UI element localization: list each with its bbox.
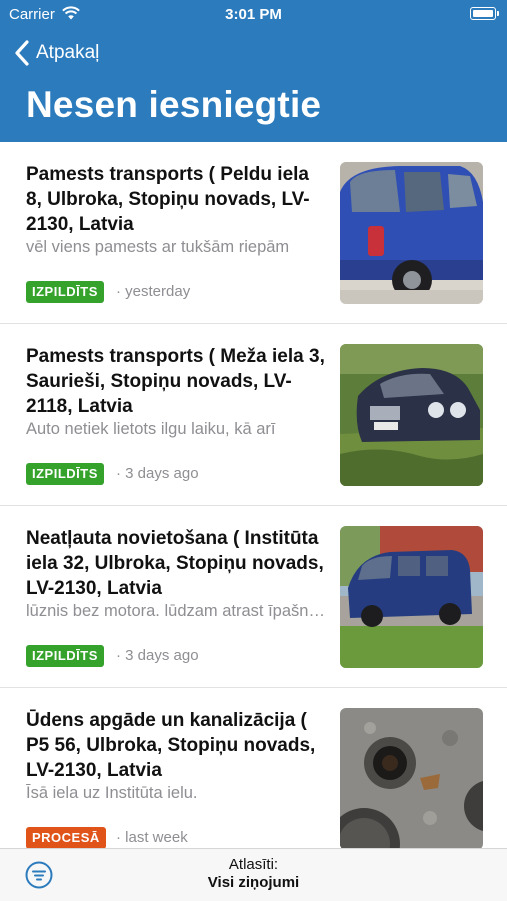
list-item[interactable]: Ūdens apgāde un kanalizācija ( P5 56, Ul… (0, 688, 507, 848)
report-time: · last week (116, 829, 188, 846)
report-time: · 3 days ago (116, 647, 199, 664)
clock: 3:01 PM (225, 6, 282, 23)
report-title: Neatļauta novietošana ( Institūta iela 3… (26, 528, 324, 599)
report-time: · 3 days ago (116, 465, 199, 482)
report-time: · yesterday (116, 283, 191, 300)
status-bar: Carrier 3:01 PM (0, 0, 507, 30)
list-item[interactable]: Pamests transports ( Meža iela 3, Saurie… (0, 324, 507, 506)
report-thumbnail[interactable] (340, 162, 483, 304)
nav-header: Carrier 3:01 PM Atpakaļ Nesen iesniegtie (0, 0, 507, 142)
back-label: Atpakaļ (36, 42, 100, 63)
list-item[interactable]: Neatļauta novietošana ( Institūta iela 3… (0, 506, 507, 688)
blue-van-photo-icon (340, 526, 483, 668)
battery-icon (470, 7, 499, 20)
dark-sedan-photo-icon (340, 344, 483, 486)
status-badge: IZPILDĪTS (26, 463, 104, 485)
filter-selection: Atlasīti: Visi ziņojumi (0, 856, 507, 892)
report-title: Pamests transports ( Peldu iela 8, Ulbro… (26, 164, 310, 235)
report-thumbnail[interactable] (340, 344, 483, 486)
page-title: Nesen iesniegtie (26, 84, 322, 125)
blue-hatchback-photo-icon (340, 162, 483, 304)
status-badge: PROCESĀ (26, 827, 106, 848)
report-description: Īsā iela uz Institūta ielu. (26, 784, 198, 802)
status-badge: IZPILDĪTS (26, 281, 104, 303)
report-title: Pamests transports ( Meža iela 3, Saurie… (26, 346, 325, 417)
report-thumbnail[interactable] (340, 526, 483, 668)
report-title: Ūdens apgāde un kanalizācija ( P5 56, Ul… (26, 710, 316, 781)
back-button[interactable]: Atpakaļ (14, 38, 99, 68)
chevron-left-icon (15, 40, 29, 66)
report-description: vēl viens pamests ar tukšām riepām (26, 238, 290, 256)
filter-selection-label: Atlasīti: (228, 856, 279, 873)
report-description: Auto netiek lietots ilgu laiku, kā arī (26, 420, 276, 438)
bottom-toolbar: Atlasīti: Visi ziņojumi (0, 848, 507, 901)
manhole-photo-icon (340, 708, 483, 848)
list-item[interactable]: Pamests transports ( Peldu iela 8, Ulbro… (0, 142, 507, 324)
filter-selection-value: Visi ziņojumi (207, 874, 300, 891)
status-badge: IZPILDĪTS (26, 645, 104, 667)
report-description: lūznis bez motora. lūdzam atrast īpašnie… (26, 602, 326, 620)
report-thumbnail[interactable] (340, 708, 483, 848)
reports-list[interactable]: Pamests transports ( Peldu iela 8, Ulbro… (0, 142, 507, 848)
